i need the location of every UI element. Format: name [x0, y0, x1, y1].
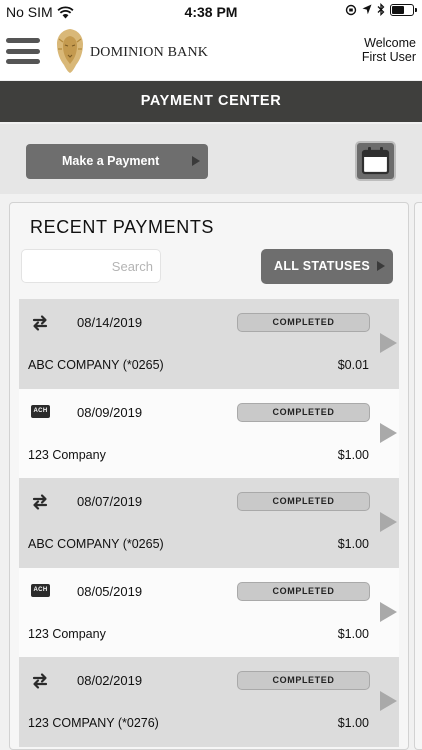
toolbar: Make a Payment — [0, 124, 422, 194]
payee-name: 123 COMPANY (*0276) — [28, 716, 159, 730]
payment-date: 08/09/2019 — [77, 404, 143, 420]
calendar-icon — [361, 147, 390, 175]
payment-date: 08/14/2019 — [77, 315, 143, 330]
payment-date: 08/07/2019 — [77, 494, 143, 509]
transfer-icon — [32, 673, 48, 689]
ach-icon: ACH — [31, 583, 50, 597]
payment-row[interactable]: 08/07/2019 COMPLETED ABC COMPANY (*0265)… — [19, 478, 399, 568]
bluetooth-icon — [377, 3, 385, 16]
payment-amount: $0.01 — [337, 358, 369, 372]
app-header: DOMINION BANK Welcome First User — [0, 24, 422, 80]
recent-payments-title: RECENT PAYMENTS — [30, 217, 215, 237]
chevron-right-icon[interactable] — [380, 422, 397, 443]
payment-amount: $1.00 — [337, 626, 369, 641]
location-icon — [362, 4, 372, 15]
make-payment-label: Make a Payment — [62, 154, 160, 168]
chevron-right-icon[interactable] — [380, 691, 397, 711]
status-badge: COMPLETED — [237, 313, 370, 332]
status-badge: COMPLETED — [237, 492, 370, 511]
status-badge: COMPLETED — [237, 581, 370, 601]
user-name: First User — [361, 50, 416, 64]
calendar-button[interactable] — [355, 141, 396, 181]
orientation-lock-icon — [345, 4, 357, 15]
status-badge: COMPLETED — [237, 402, 370, 422]
bank-logo: DOMINION BANK — [52, 27, 208, 75]
play-arrow-icon — [192, 156, 200, 166]
status-bar: No SIM 4:38 PM — [0, 0, 422, 24]
payments-list: 08/14/2019 COMPLETED ABC COMPANY (*0265)… — [19, 299, 399, 747]
recent-payments-card: RECENT PAYMENTS ALL STATUSES 08/14/2019 … — [9, 202, 409, 750]
play-arrow-icon — [377, 261, 385, 271]
bank-name: DOMINION BANK — [90, 45, 209, 60]
page-title: PAYMENT CENTER — [0, 81, 422, 122]
payment-row[interactable]: 08/14/2019 COMPLETED ABC COMPANY (*0265)… — [19, 299, 399, 389]
search-input[interactable] — [22, 250, 153, 282]
welcome-label: Welcome — [364, 36, 416, 50]
payee-name: ABC COMPANY (*0265) — [28, 358, 164, 372]
next-card-edge — [414, 202, 422, 750]
transfer-icon — [32, 494, 48, 510]
status-filter-button[interactable]: ALL STATUSES — [261, 249, 393, 284]
payment-row[interactable]: ACH 08/05/2019 COMPLETED 123 Company $1.… — [19, 567, 399, 657]
welcome-message: Welcome First User — [362, 36, 416, 64]
payment-amount: $1.00 — [337, 537, 369, 551]
payment-amount: $1.00 — [337, 447, 369, 462]
status-right — [345, 3, 417, 16]
payment-row[interactable]: 08/02/2019 COMPLETED 123 COMPANY (*0276)… — [19, 657, 399, 747]
payment-date: 08/05/2019 — [77, 583, 143, 599]
payee-name: ABC COMPANY (*0265) — [28, 537, 164, 551]
payment-date: 08/02/2019 — [77, 673, 143, 688]
make-payment-button[interactable]: Make a Payment — [26, 144, 208, 179]
ach-icon: ACH — [31, 404, 50, 418]
transfer-icon — [32, 315, 48, 331]
hamburger-menu-icon[interactable] — [6, 38, 40, 64]
search-box[interactable] — [21, 249, 161, 283]
payee-name: 123 Company — [28, 447, 106, 462]
status-badge: COMPLETED — [237, 671, 370, 690]
chevron-right-icon[interactable] — [380, 601, 397, 622]
lion-icon — [57, 29, 83, 73]
payment-amount: $1.00 — [337, 716, 369, 730]
payment-row[interactable]: ACH 08/09/2019 COMPLETED 123 Company $1.… — [19, 388, 399, 478]
battery-icon — [390, 3, 417, 16]
payee-name: 123 Company — [28, 626, 106, 641]
chevron-right-icon[interactable] — [380, 512, 397, 532]
chevron-right-icon[interactable] — [380, 333, 397, 353]
status-filter-label: ALL STATUSES — [274, 259, 370, 273]
